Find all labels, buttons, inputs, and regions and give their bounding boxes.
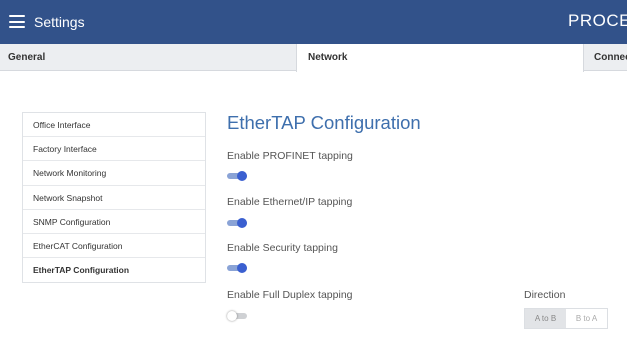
ethernet-ip-tapping-label: Enable Ethernet/IP tapping <box>227 196 353 208</box>
tab-bar: General Network Connec <box>0 44 627 72</box>
app-title: Settings <box>34 14 85 30</box>
sidebar-item-network-snapshot[interactable]: Network Snapshot <box>23 186 205 210</box>
full-duplex-tapping-label: Enable Full Duplex tapping <box>227 289 353 301</box>
tab-general[interactable]: General <box>0 44 296 71</box>
settings-sidebar: Office Interface Factory Interface Netwo… <box>22 112 206 284</box>
sidebar-item-ethercat-configuration[interactable]: EtherCAT Configuration <box>23 234 205 259</box>
full-duplex-tapping-toggle[interactable] <box>227 311 248 321</box>
direction-a-to-b-button[interactable]: A to B <box>525 309 566 328</box>
direction-label: Direction <box>524 289 566 301</box>
direction-b-to-a-button[interactable]: B to A <box>566 309 607 328</box>
top-bar: Settings PROCE <box>0 0 627 44</box>
sidebar-item-office-interface[interactable]: Office Interface <box>23 113 205 138</box>
toggle-knob <box>237 218 247 228</box>
hamburger-menu-icon[interactable] <box>9 15 25 28</box>
toggle-knob <box>227 311 237 321</box>
ethernet-ip-tapping-toggle[interactable] <box>227 218 248 228</box>
profinet-tapping-label: Enable PROFINET tapping <box>227 150 353 162</box>
brand-logo-text: PROCE <box>568 11 627 30</box>
security-tapping-toggle[interactable] <box>227 263 248 273</box>
toggle-knob <box>237 171 247 181</box>
toggle-knob <box>237 263 247 273</box>
security-tapping-label: Enable Security tapping <box>227 242 338 254</box>
sidebar-item-snmp-configuration[interactable]: SNMP Configuration <box>23 210 205 234</box>
direction-segmented-control: A to B B to A <box>524 308 608 329</box>
sidebar-item-factory-interface[interactable]: Factory Interface <box>23 137 205 162</box>
sidebar-item-network-monitoring[interactable]: Network Monitoring <box>23 161 205 186</box>
page-title: EtherTAP Configuration <box>227 112 421 133</box>
sidebar-item-ethertap-configuration[interactable]: EtherTAP Configuration <box>23 258 205 282</box>
tab-connect[interactable]: Connec <box>584 44 627 71</box>
profinet-tapping-toggle[interactable] <box>227 171 248 181</box>
tab-network[interactable]: Network <box>296 44 584 72</box>
